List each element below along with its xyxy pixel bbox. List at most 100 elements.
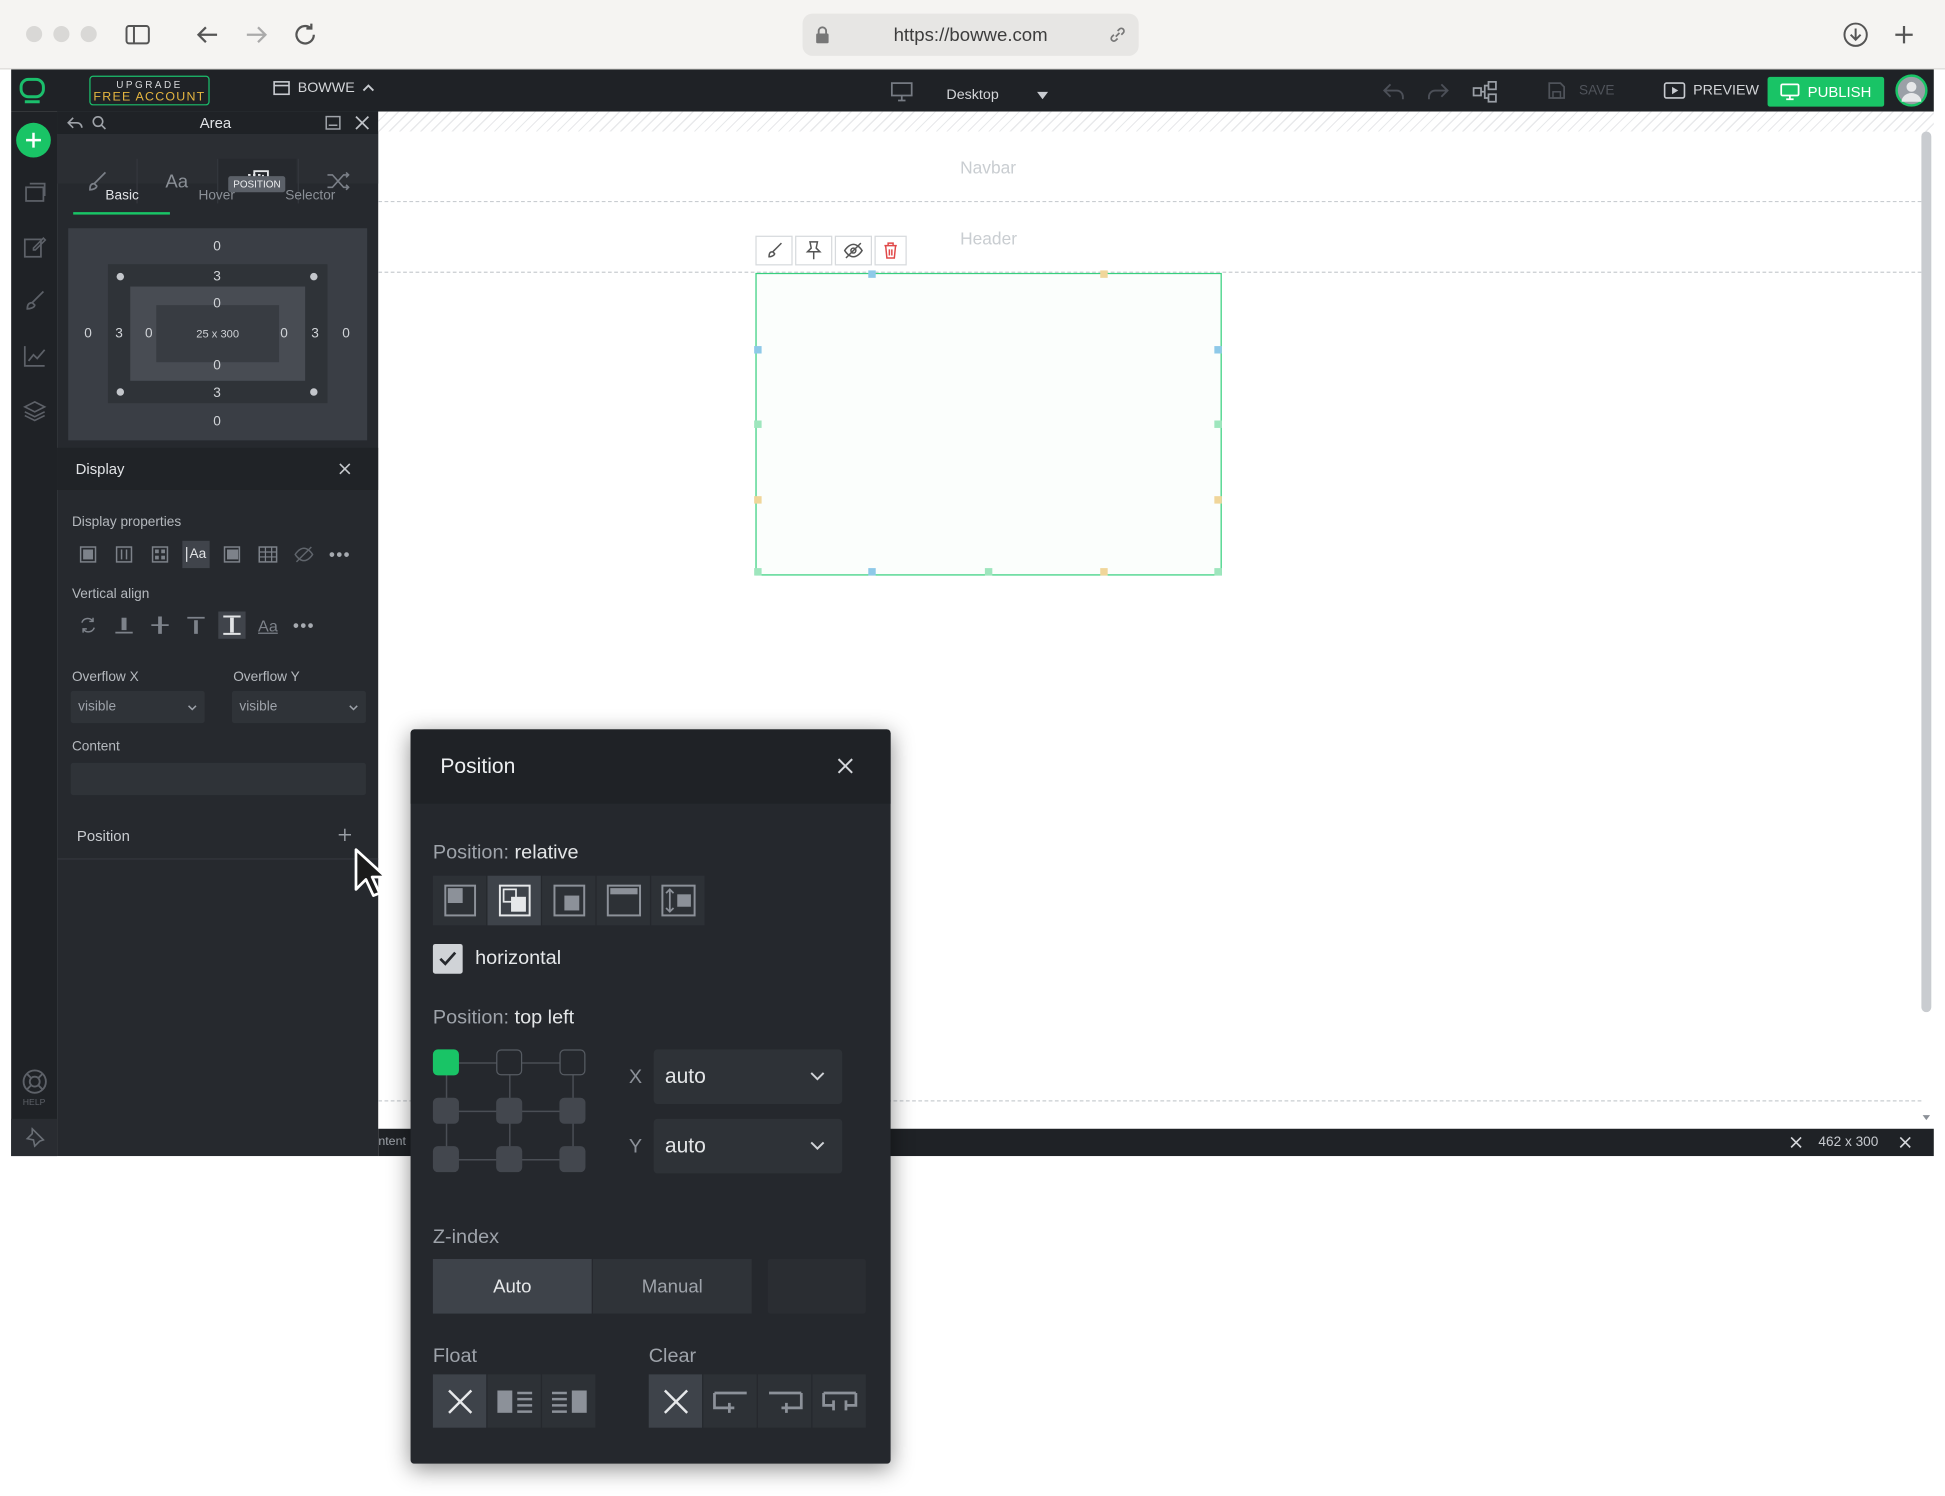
reload-icon[interactable] <box>290 20 320 50</box>
resize-handle[interactable] <box>754 496 762 504</box>
layers-icon[interactable] <box>11 392 57 429</box>
resize-handle[interactable] <box>868 568 876 576</box>
position-section-header[interactable]: Position <box>57 812 379 860</box>
window-close-dot[interactable] <box>26 26 43 43</box>
valign-bottom-icon[interactable] <box>110 612 137 639</box>
more-options-icon[interactable]: ••• <box>326 541 353 568</box>
element-pin-button[interactable] <box>795 235 833 266</box>
display-table-icon[interactable] <box>254 541 281 568</box>
window-minimize-dot[interactable] <box>53 26 70 43</box>
close-section-icon[interactable] <box>339 463 351 475</box>
upgrade-button[interactable]: UPGRADE FREE ACCOUNT <box>89 75 210 106</box>
float-none-icon[interactable] <box>432 1374 487 1428</box>
position-fixed-icon[interactable] <box>596 875 650 926</box>
radius-handle-br[interactable] <box>310 388 318 396</box>
padding-top-value[interactable]: 0 <box>205 296 230 311</box>
anchor-bottom-right[interactable] <box>559 1146 586 1173</box>
radius-handle-tl[interactable] <box>116 272 125 281</box>
subtab-selector[interactable]: Selector <box>285 189 335 204</box>
padding-left-value[interactable]: 0 <box>136 326 161 341</box>
address-bar[interactable]: https://bowwe.com <box>802 13 1139 56</box>
padding-bottom-value[interactable]: 0 <box>205 358 230 373</box>
help-button[interactable]: HELP <box>11 1067 57 1108</box>
desktop-icon[interactable] <box>889 82 914 102</box>
border-bottom-value[interactable]: 3 <box>205 386 230 401</box>
position-static-icon[interactable] <box>432 875 487 926</box>
horizontal-checkbox[interactable] <box>432 943 463 974</box>
navbar-section[interactable]: Navbar <box>378 131 1922 203</box>
device-label[interactable]: Desktop <box>946 88 998 103</box>
minimize-panel-icon[interactable] <box>325 115 341 130</box>
clear-left-icon[interactable] <box>703 1374 757 1428</box>
close-popup-icon[interactable] <box>837 758 853 774</box>
resize-handle[interactable] <box>868 270 876 278</box>
close-icon[interactable] <box>1790 1136 1802 1148</box>
valign-reset-icon[interactable] <box>74 612 101 639</box>
anchor-top-center[interactable] <box>496 1049 523 1076</box>
element-style-button[interactable] <box>755 235 793 266</box>
pin-panel-button[interactable] <box>11 1118 58 1157</box>
bowwe-logo-icon[interactable] <box>17 76 47 106</box>
zindex-value-input[interactable] <box>767 1259 866 1314</box>
anchor-center[interactable] <box>496 1097 523 1124</box>
radius-handle-bl[interactable] <box>116 388 125 396</box>
position-absolute-icon[interactable] <box>542 875 596 926</box>
resize-handle[interactable] <box>984 568 993 576</box>
display-inline-block-icon[interactable] <box>110 541 137 568</box>
border-left-value[interactable]: 3 <box>107 326 132 341</box>
element-hide-button[interactable] <box>834 235 873 266</box>
edit-content-icon[interactable] <box>11 228 57 265</box>
selected-area-element[interactable] <box>754 270 1222 576</box>
resize-handle[interactable] <box>754 346 762 354</box>
save-button[interactable]: SAVE <box>1547 81 1614 101</box>
download-icon[interactable] <box>1841 20 1871 50</box>
anchor-bottom-left[interactable] <box>432 1146 459 1173</box>
valign-more-icon[interactable]: ••• <box>290 612 317 639</box>
valign-text-top-icon[interactable] <box>218 611 246 639</box>
undo-icon[interactable] <box>1382 81 1407 103</box>
preview-button[interactable]: PREVIEW <box>1663 81 1759 101</box>
scroll-down-arrow-icon[interactable] <box>1921 1114 1931 1121</box>
anchor-top-right[interactable] <box>559 1049 586 1076</box>
overflow-x-select[interactable]: visible <box>70 690 205 724</box>
margin-bottom-value[interactable]: 0 <box>205 414 230 429</box>
site-selector[interactable]: BOWWE <box>273 81 375 96</box>
valign-baseline-icon[interactable]: Aa <box>254 612 281 639</box>
resize-handle[interactable] <box>1214 496 1222 504</box>
undo-small-icon[interactable] <box>67 115 83 130</box>
breadcrumb-text[interactable]: ntent <box>378 1135 406 1149</box>
display-none-eye-off-icon[interactable] <box>290 541 317 568</box>
content-input[interactable] <box>70 762 366 796</box>
display-grid-icon[interactable] <box>146 541 173 568</box>
float-left-icon[interactable] <box>487 1374 541 1428</box>
header-section[interactable]: Header <box>378 202 1922 273</box>
resize-handle[interactable] <box>1214 346 1222 354</box>
position-relative-icon[interactable] <box>487 875 541 926</box>
resize-handle[interactable] <box>1100 568 1108 576</box>
publish-button[interactable]: PUBLISH <box>1767 76 1885 107</box>
back-arrow-icon[interactable] <box>192 20 222 50</box>
radius-handle-tr[interactable] <box>310 272 318 281</box>
clear-none-icon[interactable] <box>648 1374 703 1428</box>
margin-left-value[interactable]: 0 <box>76 326 101 341</box>
display-section-header[interactable]: Display <box>57 447 379 490</box>
redo-icon[interactable] <box>1425 81 1450 103</box>
overflow-y-select[interactable]: visible <box>231 690 366 724</box>
padding-right-value[interactable]: 0 <box>272 326 297 341</box>
display-inline-icon[interactable]: Aa <box>182 540 210 569</box>
link-icon[interactable] <box>1108 25 1128 45</box>
position-sticky-icon[interactable] <box>651 875 705 926</box>
subtab-basic[interactable]: Basic <box>105 189 138 204</box>
valign-top-icon[interactable] <box>182 612 209 639</box>
anchor-bottom-center[interactable] <box>496 1146 523 1173</box>
sidebar-toggle-icon[interactable] <box>123 20 153 50</box>
border-right-value[interactable]: 3 <box>303 326 328 341</box>
x-offset-select[interactable]: auto <box>653 1049 843 1104</box>
add-element-button[interactable] <box>16 122 51 158</box>
valign-middle-icon[interactable] <box>146 612 173 639</box>
resize-handle[interactable] <box>1100 270 1108 278</box>
expand-plus-icon[interactable] <box>338 828 352 841</box>
display-block-icon[interactable] <box>74 541 101 568</box>
close-icon[interactable] <box>1899 1136 1911 1148</box>
resize-handle[interactable] <box>754 420 762 428</box>
